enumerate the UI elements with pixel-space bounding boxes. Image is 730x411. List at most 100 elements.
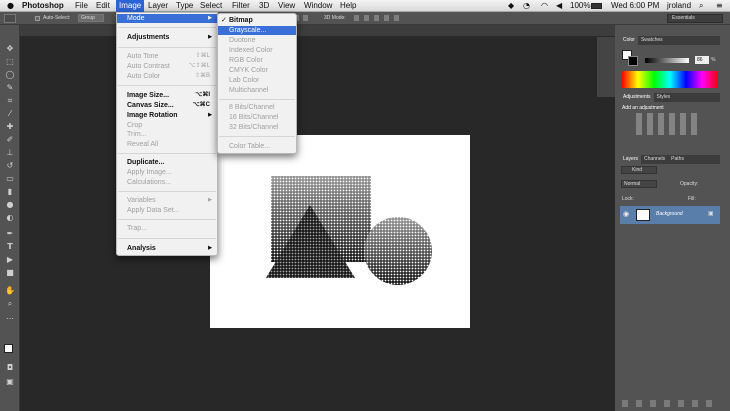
menu-item-apply-data-set[interactable]: Apply Data Set... — [117, 206, 217, 215]
extra-tools-icon[interactable]: … — [4, 311, 16, 322]
wifi-icon[interactable]: ◠ — [541, 1, 548, 11]
menu-help[interactable]: Help — [340, 1, 356, 11]
menu-item-variables[interactable]: Variables ▶ — [117, 196, 217, 205]
quick-mask-icon[interactable]: ◘ — [4, 362, 16, 373]
brush-tool-icon[interactable]: ✐ — [4, 134, 16, 145]
menu-item-canvas-size[interactable]: Canvas Size... ⌥⌘C — [117, 101, 217, 110]
pen-tool-icon[interactable]: ✒ — [4, 228, 16, 239]
group-select[interactable]: Group — [78, 14, 104, 22]
menu-image[interactable]: Image — [116, 0, 145, 12]
mode-item-duotone[interactable]: Duotone — [218, 36, 296, 45]
clone-stamp-tool-icon[interactable]: ⊥ — [4, 147, 16, 158]
eraser-tool-icon[interactable]: ▭ — [4, 173, 16, 184]
menu-3d[interactable]: 3D — [259, 1, 269, 11]
tab-styles[interactable]: Styles — [654, 93, 674, 102]
history-brush-tool-icon[interactable]: ↺ — [4, 160, 16, 171]
mode-item-bitmap[interactable]: ✓ Bitmap — [218, 16, 296, 25]
gray-value-field[interactable]: 86 — [695, 56, 709, 64]
eyedropper-tool-icon[interactable]: ⁄ — [4, 108, 16, 119]
move-tool-preset-icon[interactable] — [4, 14, 16, 23]
healing-brush-tool-icon[interactable]: ✚ — [4, 121, 16, 132]
apple-menu-icon[interactable]: ● — [7, 1, 14, 11]
menu-item-image-rotation[interactable]: Image Rotation ▶ — [117, 111, 217, 120]
foreground-color-swatch[interactable] — [4, 344, 13, 353]
lasso-tool-icon[interactable]: ◯ — [4, 69, 16, 80]
battery-percent[interactable]: 100% — [570, 1, 590, 11]
menu-view[interactable]: View — [278, 1, 295, 11]
layer-name[interactable]: Background — [656, 211, 683, 217]
tools-panel: ✥ ⬚ ◯ ✎ ⌗ ⁄ ✚ ✐ ⊥ ↺ ▭ ▮ ● ◐ ✒ T ▶ ■ ✋ ⌕ … — [0, 25, 20, 411]
menu-type[interactable]: Type — [176, 1, 193, 11]
menu-filter[interactable]: Filter — [232, 1, 250, 11]
color-bg-swatch[interactable] — [628, 56, 638, 66]
gray-slider[interactable] — [645, 58, 689, 63]
dodge-tool-icon[interactable]: ◐ — [4, 212, 16, 223]
menu-window[interactable]: Window — [304, 1, 332, 11]
adjustment-icons[interactable] — [636, 113, 700, 135]
collapsed-panel-dock[interactable] — [597, 37, 615, 97]
type-tool-icon[interactable]: T — [4, 241, 16, 252]
spotlight-icon[interactable]: ⌕ — [699, 1, 703, 11]
mode-item-16-bits[interactable]: 16 Bits/Channel — [218, 113, 296, 122]
menu-item-apply-image[interactable]: Apply Image... — [117, 168, 217, 177]
menu-item-calculations[interactable]: Calculations... — [117, 178, 217, 187]
crop-tool-icon[interactable]: ⌗ — [4, 95, 16, 106]
hand-tool-icon[interactable]: ✋ — [4, 285, 16, 296]
rectangle-tool-icon[interactable]: ■ — [4, 267, 16, 278]
user-name[interactable]: jroland — [667, 1, 691, 11]
workspace-switcher[interactable]: Essentials — [667, 14, 723, 23]
menu-item-mode[interactable]: Mode ▶ — [117, 14, 217, 23]
mode-item-32-bits[interactable]: 32 Bits/Channel — [218, 123, 296, 132]
layers-footer-icons[interactable] — [622, 400, 718, 407]
document-canvas[interactable] — [210, 135, 470, 328]
menu-item-crop[interactable]: Crop — [117, 121, 217, 130]
auto-select-checkbox[interactable] — [35, 16, 40, 21]
volume-icon[interactable]: ◀ — [556, 1, 562, 11]
menu-item-adjustments[interactable]: Adjustments ▶ — [117, 33, 217, 42]
quick-select-tool-icon[interactable]: ✎ — [4, 82, 16, 93]
color-ramp[interactable] — [622, 71, 718, 88]
menu-item-trim[interactable]: Trim... — [117, 130, 217, 139]
mode-item-indexed-color[interactable]: Indexed Color — [218, 46, 296, 55]
menu-layer[interactable]: Layer — [148, 1, 168, 11]
mode-item-lab-color[interactable]: Lab Color — [218, 76, 296, 85]
menu-item-analysis[interactable]: Analysis ▶ — [117, 244, 217, 253]
zoom-tool-icon[interactable]: ⌕ — [4, 298, 16, 309]
dropbox-icon[interactable]: ◆ — [508, 1, 514, 11]
menu-file[interactable]: File — [75, 1, 88, 11]
tab-adjustments[interactable]: Adjustments — [620, 93, 654, 102]
tab-swatches[interactable]: Swatches — [638, 36, 666, 45]
tab-channels[interactable]: Channels — [641, 155, 668, 164]
clock[interactable]: Wed 6:00 PM — [611, 1, 659, 11]
visibility-eye-icon[interactable]: ◉ — [623, 210, 629, 218]
app-menu[interactable]: Photoshop — [22, 1, 64, 11]
layer-row[interactable]: ◉ Background ▣ — [620, 206, 720, 224]
tab-layers[interactable]: Layers — [620, 155, 642, 164]
move-tool-icon[interactable]: ✥ — [4, 43, 16, 54]
sync-icon[interactable]: ◔ — [523, 1, 530, 11]
gradient-tool-icon[interactable]: ▮ — [4, 186, 16, 197]
mode-item-rgb-color[interactable]: RGB Color — [218, 56, 296, 65]
menu-item-auto-color[interactable]: Auto Color ⇧⌘B — [117, 72, 217, 81]
menu-item-duplicate[interactable]: Duplicate... — [117, 158, 217, 167]
menu-item-auto-tone[interactable]: Auto Tone ⇧⌘L — [117, 52, 217, 61]
tab-paths[interactable]: Paths — [668, 155, 687, 164]
path-selection-tool-icon[interactable]: ▶ — [4, 254, 16, 265]
mode-item-grayscale[interactable]: Grayscale... — [218, 26, 296, 35]
mode-item-8-bits[interactable]: 8 Bits/Channel — [218, 103, 296, 112]
menu-select[interactable]: Select — [200, 1, 222, 11]
tab-color[interactable]: Color — [620, 36, 638, 45]
mode-item-color-table[interactable]: Color Table... — [218, 142, 296, 151]
mode-item-cmyk-color[interactable]: CMYK Color — [218, 66, 296, 75]
menu-item-image-size[interactable]: Image Size... ⌥⌘I — [117, 91, 217, 100]
menu-edit[interactable]: Edit — [96, 1, 110, 11]
menu-item-reveal-all[interactable]: Reveal All — [117, 140, 217, 149]
notifications-icon[interactable]: ≡ — [716, 1, 723, 11]
3d-icons[interactable] — [354, 15, 404, 21]
blur-tool-icon[interactable]: ● — [4, 199, 16, 210]
marquee-tool-icon[interactable]: ⬚ — [4, 56, 16, 67]
screen-mode-icon[interactable]: ▣ — [4, 376, 16, 387]
mode-item-multichannel[interactable]: Multichannel — [218, 86, 296, 95]
menu-item-auto-contrast[interactable]: Auto Contrast ⌥⇧⌘L — [117, 62, 217, 71]
menu-item-trap[interactable]: Trap... — [117, 224, 217, 233]
